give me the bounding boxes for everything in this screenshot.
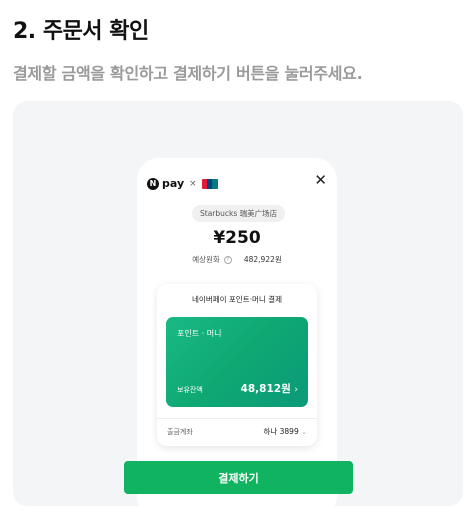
estimated-krw-row: 예상원화 ? 482,922원: [137, 254, 337, 265]
withdraw-account-value: 하나 3899: [263, 427, 299, 436]
payment-amount: ¥250: [213, 228, 261, 248]
divider: [157, 418, 317, 419]
pay-button[interactable]: 결제하기: [124, 461, 353, 494]
withdraw-account-label: 출금계좌: [167, 428, 193, 436]
naver-n-icon: N: [147, 177, 159, 190]
info-icon[interactable]: ?: [223, 255, 232, 264]
estimate-label: 예상원화: [192, 255, 220, 264]
preview-panel: N pay × ✕ Starbucks 瑞美广场店 ¥250 예상원화 ? 48…: [13, 101, 463, 506]
balance-label: 보유잔액: [177, 386, 203, 394]
point-money-section: 네이버페이 포인트·머니 결제 포인트 · 머니 보유잔액 48,812원 › …: [157, 284, 317, 446]
close-icon[interactable]: ✕: [314, 173, 327, 188]
naverpay-brand: N pay ×: [147, 177, 218, 190]
card-title: 포인트 · 머니: [177, 329, 222, 338]
unionpay-logo: [201, 178, 218, 189]
point-money-card[interactable]: 포인트 · 머니 보유잔액 48,812원 ›: [166, 317, 308, 407]
balance-value: 48,812원: [240, 383, 291, 395]
withdraw-account-select[interactable]: 하나 3899 ⌄: [263, 426, 307, 437]
page-title: 2. 주문서 확인: [13, 19, 149, 44]
brand-pay-text: pay: [162, 177, 185, 190]
chevron-down-icon: ⌄: [301, 428, 307, 436]
phone-mockup: N pay × ✕ Starbucks 瑞美广场店 ¥250 예상원화 ? 48…: [137, 158, 337, 506]
section-header: 네이버페이 포인트·머니 결제: [192, 295, 282, 304]
estimate-value: 482,922원: [243, 255, 282, 264]
page-subtitle: 결제할 금액을 확인하고 결제하기 버튼을 눌러주세요.: [13, 64, 363, 83]
brand-times: ×: [189, 178, 197, 189]
chevron-right-icon: ›: [294, 385, 298, 395]
store-name-badge: Starbucks 瑞美广场店: [192, 205, 286, 222]
balance-value-row[interactable]: 48,812원 ›: [241, 381, 298, 396]
